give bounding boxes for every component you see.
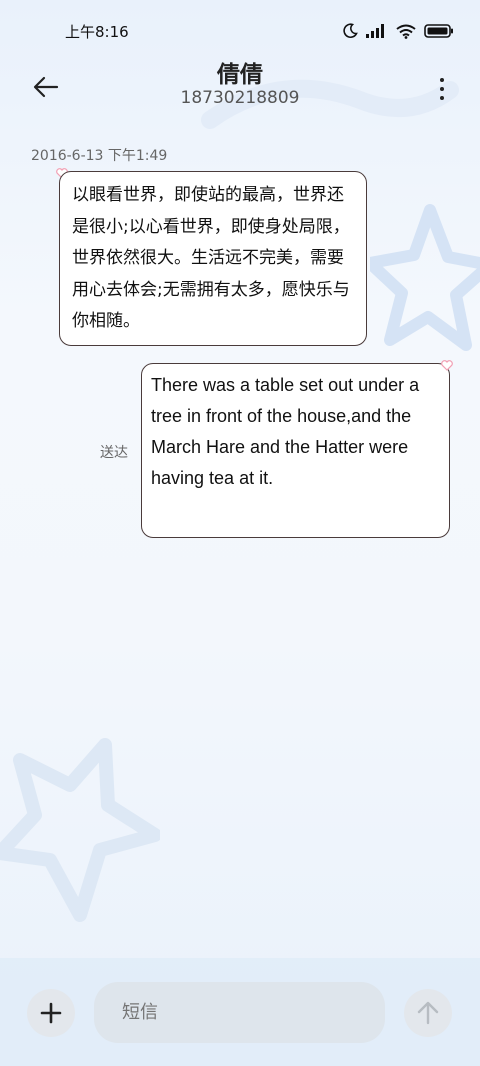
add-attachment-button[interactable] bbox=[27, 989, 75, 1037]
contact-number: 18730218809 bbox=[180, 88, 300, 108]
more-vertical-icon bbox=[440, 96, 444, 100]
contact-name: 倩倩 bbox=[217, 62, 263, 88]
wifi-icon bbox=[396, 24, 416, 39]
more-vertical-icon bbox=[440, 87, 444, 91]
conversation-header: 倩倩 18730218809 bbox=[0, 55, 480, 119]
status-icons bbox=[342, 21, 454, 41]
background-star-decoration bbox=[370, 204, 480, 351]
send-button[interactable] bbox=[404, 989, 452, 1037]
incoming-message-bubble[interactable]: 以眼看世界，即使站的最高，世界还是很小;以心看世界，即使身处局限，世界依然很大。… bbox=[59, 171, 367, 346]
moon-icon bbox=[343, 23, 358, 38]
background-star-decoration bbox=[0, 738, 160, 922]
message-timestamp: 2016-6-13 下午1:49 bbox=[31, 148, 168, 164]
outgoing-message-bubble[interactable]: There was a table set out under a tree i… bbox=[141, 363, 450, 538]
battery-icon bbox=[424, 24, 453, 38]
message-input[interactable] bbox=[94, 982, 385, 1043]
arrow-up-icon bbox=[417, 1001, 439, 1025]
delivery-status: 送达 bbox=[100, 445, 128, 461]
signal-icon bbox=[366, 24, 384, 38]
status-time: 上午8:16 bbox=[65, 23, 129, 41]
status-bar: 上午8:16 bbox=[0, 0, 480, 60]
more-options-button[interactable] bbox=[432, 69, 452, 109]
heart-icon bbox=[441, 360, 453, 371]
more-vertical-icon bbox=[440, 78, 444, 82]
plus-icon bbox=[40, 1002, 62, 1024]
